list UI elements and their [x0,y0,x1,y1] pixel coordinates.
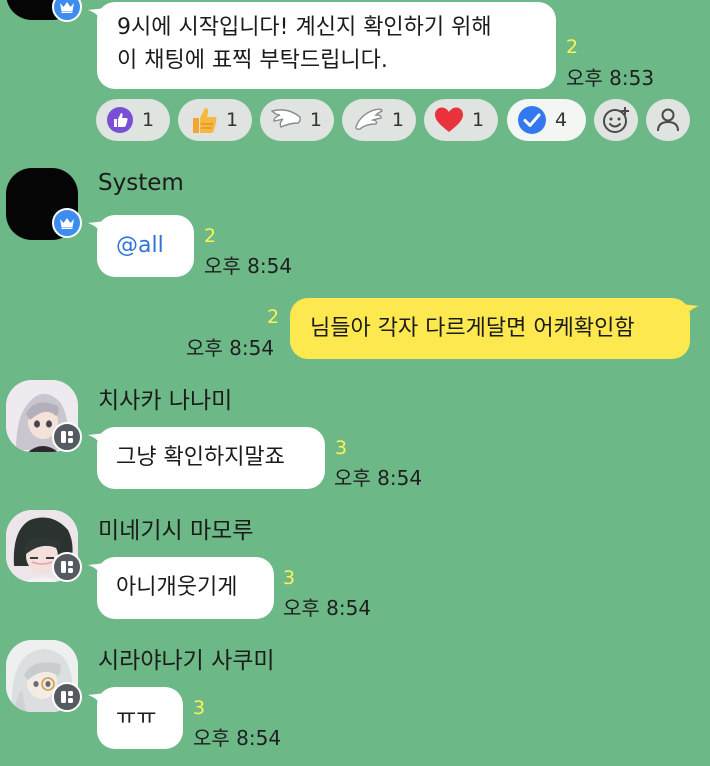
thumbs-up-icon [193,108,217,133]
unread-count: 2 [204,225,217,247]
message-bubble[interactable]: @all [88,215,194,277]
message-time: 오후 8:54 [186,336,275,360]
message-text: 그냥 확인하지말죠 [116,445,285,470]
wing-right-icon [355,108,383,130]
sender-name: 시라야나기 사쿠미 [98,648,275,674]
reaction-wing-left[interactable]: 1 [260,99,334,141]
bot-badge-icon [52,422,82,452]
unread-count: 2 [566,36,579,58]
reaction-count: 1 [142,109,155,131]
reaction-count: 1 [226,109,239,131]
reaction-members-button[interactable] [646,99,690,141]
reaction-thumbs-up-badge[interactable]: 1 [96,99,170,141]
bot-badge-icon [52,682,82,712]
my-message-bubble[interactable]: 님들아 각자 다르게달면 어케확인함 [290,298,699,359]
reaction-count: 1 [472,109,485,131]
message-bubble[interactable]: 9시에 시작입니다! 계신지 확인하기 위해 이 채팅에 표찍 부탁드립니다. [88,2,556,89]
message-text-line: 이 채팅에 표찍 부탁드립니다. [117,48,388,73]
crown-badge-icon [52,208,82,238]
person-icon [657,108,679,132]
message-time: 오후 8:54 [283,596,372,620]
message-time: 오후 8:54 [204,254,293,278]
message-time: 오후 8:53 [566,66,655,90]
unread-count: 3 [335,437,348,459]
bot-badge-icon [52,552,82,582]
message-text: 아니개웃기게 [116,575,238,600]
sender-name: System [98,170,184,196]
add-emoji-icon [603,107,629,133]
reaction-count: 1 [391,109,404,131]
message-bubble[interactable]: 그냥 확인하지말죠 [88,427,325,489]
message-time: 오후 8:54 [334,466,423,490]
unread-count: 3 [193,697,206,719]
wing-left-icon [270,109,301,128]
message-text: 님들아 각자 다르게달면 어케확인함 [310,316,635,341]
message-text: ㅠㅠ [116,705,157,730]
check-icon [518,106,546,134]
heart-icon [435,107,463,132]
unread-count: 2 [267,306,280,328]
thumbs-up-badge-icon [107,107,133,133]
unread-count: 3 [283,567,296,589]
sender-name: 치사카 나나미 [98,388,233,414]
mention-link[interactable]: @all [116,233,164,258]
reaction-wing-right[interactable]: 1 [342,99,416,141]
message-time: 오후 8:54 [193,726,282,750]
add-reaction-button[interactable] [594,99,638,141]
reaction-thumbs-up[interactable]: 1 [178,99,252,141]
sender-name: 미네기시 마모루 [98,518,254,544]
message-bubble[interactable]: ㅠㅠ [88,687,183,749]
reaction-count: 1 [309,109,322,131]
reaction-heart[interactable]: 1 [424,99,498,141]
message-bubble[interactable]: 아니개웃기게 [88,557,274,619]
reaction-check[interactable]: 4 [507,99,586,141]
message-text-line: 9시에 시작입니다! 계신지 확인하기 위해 [117,15,492,40]
reaction-count: 4 [555,109,568,131]
